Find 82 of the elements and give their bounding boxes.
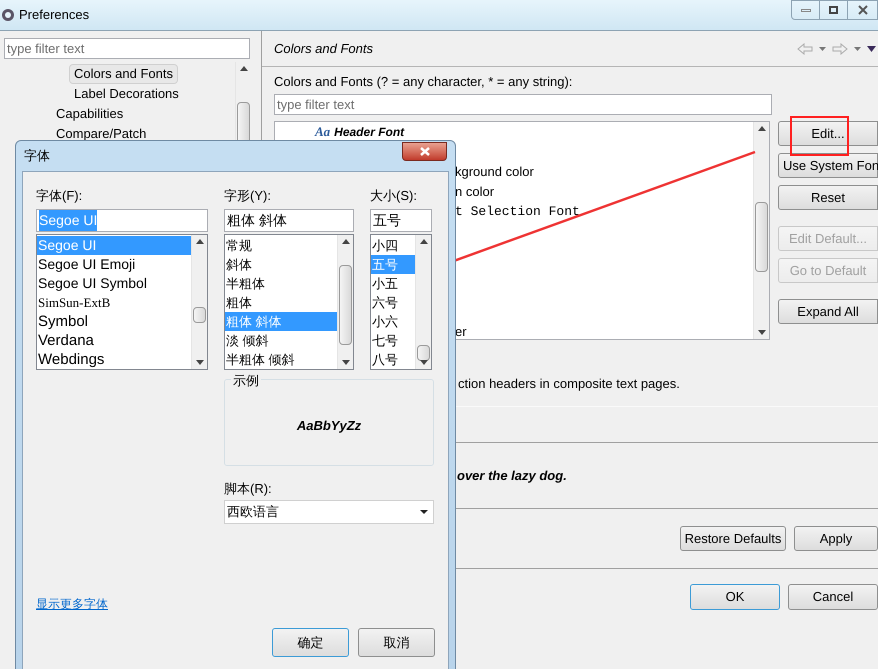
scrollbar[interactable] <box>415 235 431 369</box>
list-item[interactable]: 小六 <box>371 312 415 331</box>
list-item[interactable]: Symbol <box>37 312 191 331</box>
dropdown-icon[interactable] <box>854 46 861 50</box>
list-item[interactable]: 常规 <box>225 236 337 255</box>
list-item[interactable]: 半粗体 倾斜 <box>225 350 337 369</box>
tree-item[interactable]: kground color <box>455 162 534 182</box>
field-label: 脚本(R): <box>224 480 272 498</box>
list-item[interactable]: 小四 <box>371 236 415 255</box>
filter-label: Colors and Fonts (? = any character, * = any string): <box>274 73 574 90</box>
scroll-down-icon[interactable] <box>758 330 766 335</box>
text-field[interactable]: 五号 <box>370 209 432 232</box>
footer-button[interactable]: Apply <box>794 526 878 551</box>
filter-field[interactable]: type filter text <box>274 94 772 115</box>
footer-button[interactable]: Restore Defaults <box>680 526 786 551</box>
dropdown-icon[interactable] <box>819 46 826 50</box>
action-button[interactable]: Edit... <box>778 121 878 146</box>
scroll-up-icon[interactable] <box>420 239 428 244</box>
tree-item[interactable]: Label Decorations <box>69 84 184 104</box>
maximize-button[interactable] <box>820 0 847 20</box>
menu-icon[interactable] <box>867 46 876 52</box>
dialog-title: 字体 <box>23 147 50 166</box>
filter-field[interactable]: type filter text <box>4 38 250 59</box>
close-icon <box>420 147 430 156</box>
more-fonts-link[interactable]: 显示更多字体 <box>36 595 108 613</box>
close-button[interactable] <box>402 142 447 161</box>
list-item[interactable]: 八号 <box>371 350 415 369</box>
tree-item[interactable]: Compare/Patch <box>51 124 152 144</box>
tree-item[interactable]: Capabilities <box>51 104 128 124</box>
scroll-up-icon[interactable] <box>240 66 248 71</box>
tree-item[interactable]: er <box>455 322 467 342</box>
scroll-thumb[interactable] <box>193 307 206 323</box>
field-label: 大小(S): <box>370 187 418 205</box>
text-field[interactable]: 粗体 斜体 <box>224 209 354 232</box>
scroll-down-icon[interactable] <box>196 360 204 365</box>
list-item[interactable]: 淡 倾斜 <box>225 331 337 350</box>
tree-item[interactable]: Colors and Fonts <box>69 64 178 84</box>
sample-text: AaBbYyZz <box>296 416 362 435</box>
list-item[interactable]: Webdings <box>37 350 191 369</box>
field-label: 字形(Y): <box>224 187 272 205</box>
action-button[interactable]: Reset <box>778 185 878 210</box>
close-button[interactable] <box>847 0 878 20</box>
tree-item[interactable]: n color <box>455 182 494 202</box>
scroll-thumb[interactable] <box>755 202 768 272</box>
highlight-frame <box>790 116 849 156</box>
list-item[interactable]: 小五 <box>371 274 415 293</box>
action-button[interactable]: Expand All <box>778 299 878 324</box>
description-text: ction headers in composite text pages. <box>458 376 680 391</box>
tree-item[interactable]: Header Font <box>334 122 404 140</box>
preview-text: over the lazy dog. <box>457 466 567 485</box>
list-item[interactable]: 斜体 <box>225 255 337 274</box>
scroll-up-icon[interactable] <box>758 126 766 131</box>
scroll-up-icon[interactable] <box>342 239 350 244</box>
page-title: Colors and Fonts <box>274 40 373 58</box>
list-item[interactable]: Segoe UI Emoji <box>37 255 191 274</box>
list-item[interactable]: Verdana <box>37 331 191 350</box>
tree-item[interactable]: t Selection Font <box>455 202 580 222</box>
dialog-button[interactable]: 确定 <box>272 628 349 657</box>
list-item[interactable]: Segoe UI Symbol <box>37 274 191 293</box>
scroll-thumb[interactable] <box>417 345 430 361</box>
list-item[interactable]: 六号 <box>371 293 415 312</box>
gear-icon <box>1 8 15 22</box>
list-item[interactable]: 七号 <box>371 331 415 350</box>
dialog-button[interactable]: Cancel <box>788 584 878 610</box>
script-dropdown[interactable]: 西欧语言 <box>224 500 434 524</box>
dropdown-icon <box>420 510 428 514</box>
action-button[interactable]: Use System Fon <box>778 153 878 178</box>
dialog-button[interactable]: OK <box>690 584 780 610</box>
list-item[interactable]: SimSun-ExtB <box>37 293 191 312</box>
font-icon: Aa <box>315 122 330 142</box>
dialog-button[interactable]: 取消 <box>358 628 435 657</box>
scrollbar[interactable] <box>337 235 353 369</box>
scroll-up-icon[interactable] <box>196 239 204 244</box>
window-title: Preferences <box>19 6 90 24</box>
scroll-thumb[interactable] <box>339 265 352 345</box>
close-icon <box>858 5 868 15</box>
scroll-down-icon[interactable] <box>342 360 350 365</box>
scrollbar[interactable] <box>191 235 207 369</box>
list-item[interactable]: 粗体 <box>225 293 337 312</box>
field-label: 字体(F): <box>36 187 84 205</box>
scrollbar[interactable] <box>753 122 769 339</box>
list-item[interactable]: 半粗体 <box>225 274 337 293</box>
